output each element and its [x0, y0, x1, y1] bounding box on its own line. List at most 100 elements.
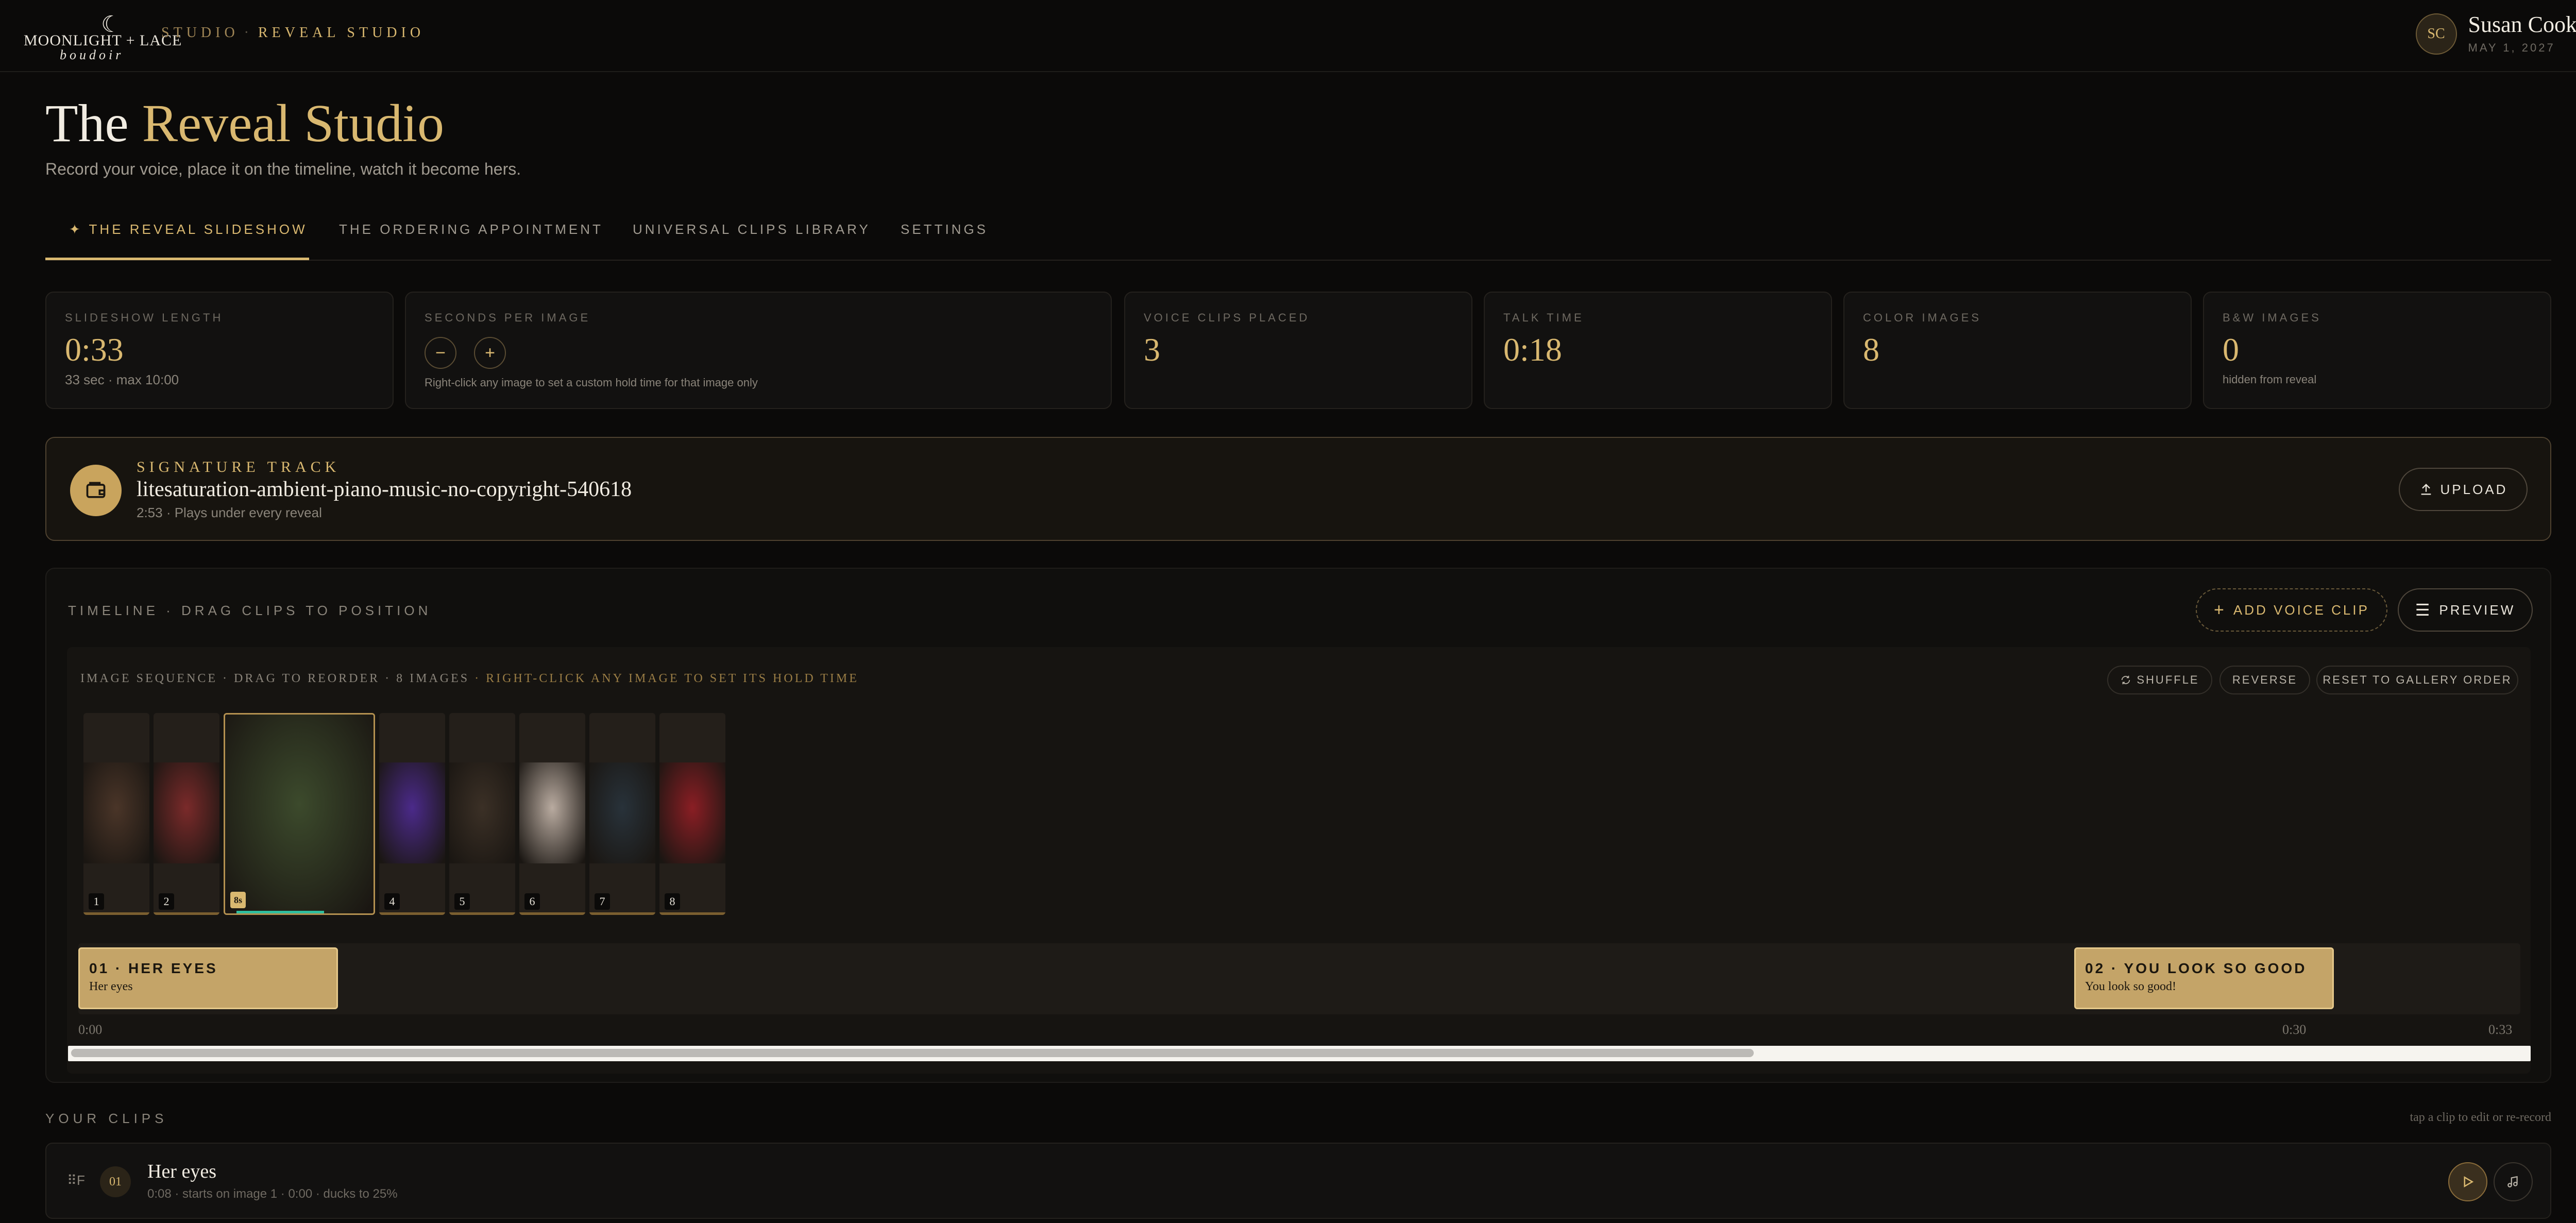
upload-button[interactable]: UPLOAD — [2399, 468, 2528, 511]
menu-icon: ☰ — [2415, 601, 2432, 619]
image-number: 6 — [524, 893, 540, 910]
image-number: 4 — [384, 893, 400, 910]
tab-ordering-appointment[interactable]: THE ORDERING APPOINTMENT — [339, 222, 603, 237]
brand-script: boudoir — [60, 47, 124, 62]
clip-row[interactable]: ⠿F 01 Her eyes 0:08 · starts on image 1 … — [45, 1143, 2551, 1219]
clip-meta: 0:08 · starts on image 1 · 0:00 · ducks … — [147, 1187, 398, 1201]
stat-slideshow-length: SLIDESHOW LENGTH 0:33 33 sec · max 10:00 — [45, 292, 394, 409]
breadcrumb: STUDIO · REVEAL STUDIO — [161, 25, 425, 41]
play-icon — [2464, 1176, 2474, 1187]
stat-label: B&W IMAGES — [2223, 311, 2321, 324]
decrease-seconds-button[interactable]: − — [425, 337, 456, 369]
clip-title: 02 · YOU LOOK SO GOOD — [2085, 960, 2307, 976]
image-thumbnail[interactable]: 1 — [83, 713, 149, 915]
hold-progress-bar — [236, 911, 324, 913]
photo — [83, 762, 149, 863]
brand-logo[interactable]: ☾ MOONLIGHT + LACE boudoir — [24, 11, 181, 62]
rerecord-clip-button[interactable] — [2494, 1162, 2533, 1201]
tab-bar: ✦ THE REVEAL SLIDESHOW THE ORDERING APPO… — [45, 206, 2551, 261]
image-sequence-area: IMAGE SEQUENCE · DRAG TO REORDER · 8 IMA… — [67, 647, 2531, 1074]
hold-bar — [519, 912, 585, 915]
upload-label: UPLOAD — [2440, 481, 2508, 497]
add-voice-clip-button[interactable]: + ADD VOICE CLIP — [2196, 588, 2387, 632]
user-menu[interactable]: SC Susan Cook MAY 1, 2027 — [2415, 13, 2576, 55]
clip-name: Her eyes — [147, 1161, 216, 1182]
stat-label: TALK TIME — [1503, 311, 1584, 324]
clip-subtitle: You look so good! — [2085, 980, 2176, 993]
hold-bar — [589, 912, 655, 915]
time-tick: 0:30 — [2282, 1022, 2307, 1037]
breadcrumb-studio[interactable]: STUDIO — [161, 25, 239, 41]
increase-seconds-button[interactable]: + — [474, 337, 506, 369]
photo — [449, 762, 515, 863]
shuffle-button[interactable]: SHUFFLE — [2107, 666, 2212, 694]
stat-talk-time: TALK TIME 0:18 — [1484, 292, 1832, 409]
stat-note: Right-click any image to set a custom ho… — [425, 376, 758, 389]
preview-button[interactable]: ☰ PREVIEW — [2398, 588, 2533, 632]
stat-label: SLIDESHOW LENGTH — [65, 311, 224, 324]
timeline-heading: TIMELINE · DRAG CLIPS TO POSITION — [68, 603, 432, 618]
hold-bar — [83, 912, 149, 915]
voice-clip-block[interactable]: 01 · HER EYES Her eyes — [78, 947, 338, 1009]
page-subtitle: Record your voice, place it on the timel… — [45, 160, 521, 178]
drag-handle-icon[interactable]: ⠿F — [67, 1173, 85, 1188]
timeline-panel: TIMELINE · DRAG CLIPS TO POSITION + ADD … — [45, 568, 2551, 1083]
tab-reveal-slideshow[interactable]: ✦ THE REVEAL SLIDESHOW — [69, 222, 308, 237]
image-thumbnail-selected[interactable]: 8s — [224, 713, 375, 915]
preview-label: PREVIEW — [2439, 602, 2516, 618]
time-tick: 0:33 — [2488, 1022, 2513, 1037]
voice-clip-block[interactable]: 02 · YOU LOOK SO GOOD You look so good! — [2074, 947, 2334, 1009]
photo — [659, 762, 725, 863]
sequence-heading-text: IMAGE SEQUENCE · DRAG TO REORDER · 8 IMA… — [80, 672, 470, 685]
avatar[interactable]: SC — [2415, 13, 2457, 55]
upload-icon — [2421, 484, 2431, 495]
sequence-hint: · RIGHT-CLICK ANY IMAGE TO SET ITS HOLD … — [469, 672, 859, 685]
image-thumbnail[interactable]: 7 — [589, 713, 655, 915]
image-number: 1 — [89, 893, 104, 910]
plus-icon: + — [2214, 600, 2226, 620]
stat-note: 33 sec · max 10:00 — [65, 372, 179, 387]
image-thumbnail[interactable]: 6 — [519, 713, 585, 915]
wallet-icon — [70, 465, 122, 516]
reset-gallery-order-button[interactable]: RESET TO GALLERY ORDER — [2316, 666, 2518, 694]
music-note-icon — [2507, 1176, 2518, 1187]
stat-bw-images: B&W IMAGES 0 hidden from reveal — [2203, 292, 2551, 409]
stat-label: VOICE CLIPS PLACED — [1144, 311, 1310, 324]
user-date: MAY 1, 2027 — [2468, 41, 2555, 54]
tab-settings[interactable]: SETTINGS — [901, 222, 988, 237]
clip-title: 01 · HER EYES — [89, 960, 218, 976]
stat-value: 3 — [1144, 331, 1160, 368]
top-bar: ☾ MOONLIGHT + LACE boudoir STUDIO · REVEAL… — [0, 0, 2576, 72]
signature-label: SIGNATURE TRACK — [137, 458, 341, 475]
image-number: 2 — [159, 893, 174, 910]
stat-label: SECONDS PER IMAGE — [425, 311, 591, 324]
photo — [225, 715, 374, 913]
tab-universal-clips-library[interactable]: UNIVERSAL CLIPS LIBRARY — [633, 222, 871, 237]
image-thumbnail[interactable]: 5 — [449, 713, 515, 915]
stat-value: 8 — [1863, 331, 1879, 368]
hold-bar — [154, 912, 219, 915]
stat-value: 0:18 — [1503, 331, 1562, 368]
horizontal-scrollbar[interactable] — [68, 1046, 2531, 1061]
image-thumbnail[interactable]: 8 — [659, 713, 725, 915]
reverse-button[interactable]: REVERSE — [2219, 666, 2310, 694]
image-number: 7 — [595, 893, 610, 910]
shuffle-label: SHUFFLE — [2137, 673, 2199, 686]
play-clip-button[interactable] — [2448, 1162, 2487, 1201]
signature-track-name: litesaturation-ambient-piano-music-no-co… — [137, 478, 632, 501]
sequence-heading: IMAGE SEQUENCE · DRAG TO REORDER · 8 IMA… — [80, 672, 859, 686]
signature-track-card: SIGNATURE TRACK litesaturation-ambient-p… — [45, 437, 2551, 541]
shuffle-icon — [2122, 675, 2130, 685]
photo — [379, 762, 445, 863]
time-tick: 0:00 — [78, 1022, 103, 1037]
brand-name: MOONLIGHT + LACE — [24, 32, 182, 49]
image-thumbnail[interactable]: 2 — [154, 713, 219, 915]
hold-bar — [379, 912, 445, 915]
your-clips-heading: YOUR CLIPS — [45, 1111, 168, 1126]
stat-label: COLOR IMAGES — [1863, 311, 1981, 324]
photo — [589, 762, 655, 863]
scrollbar-thumb[interactable] — [71, 1049, 1754, 1057]
image-thumbnail[interactable]: 4 — [379, 713, 445, 915]
image-number: 8 — [665, 893, 680, 910]
stat-value: 0:33 — [65, 331, 124, 368]
